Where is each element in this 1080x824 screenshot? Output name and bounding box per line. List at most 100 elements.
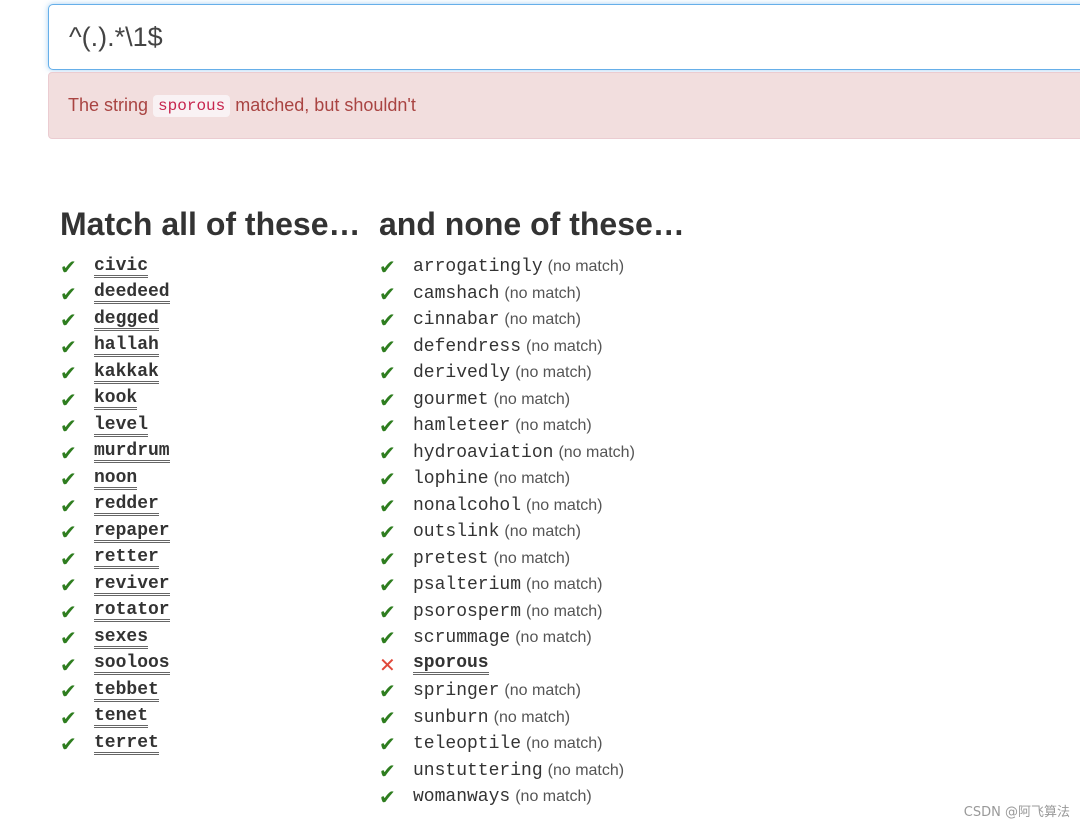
nomatch-item-camshach: ✔ camshach (no match) [379,281,685,308]
word-text: sexes [94,626,149,649]
watermark: CSDN @阿飞算法 [963,805,1070,820]
word-text: camshach [413,283,500,304]
alert-suffix: matched, but shouldn't [235,95,416,115]
check-icon: ✔ [379,679,396,704]
no-match-note: (no match) [558,443,635,461]
check-icon: ✔ [60,308,77,333]
word-text: tebbet [94,679,159,702]
word-text: hamleteer [413,416,511,437]
word-text: hallah [94,335,159,358]
word-text: gourmet [413,389,489,410]
regex-input[interactable] [69,21,969,53]
word-text: unstuttering [413,760,543,781]
check-icon: ✔ [379,440,396,465]
check-icon: ✔ [60,387,77,412]
word-text: sunburn [413,707,489,728]
check-icon: ✔ [60,599,77,624]
word-text: womanways [413,787,511,808]
match-item-hallah: ✔ hallah [60,334,361,361]
match-item-noon: ✔ noon [60,466,361,493]
word-text: outslink [413,522,500,543]
nomatch-item-outslink: ✔ outslink (no match) [379,519,685,546]
no-match-note: (no match) [504,523,581,541]
check-icon: ✔ [379,599,396,624]
word-text: terret [94,732,159,755]
check-icon: ✔ [379,334,396,359]
word-text: civic [94,255,149,278]
regex-input-box[interactable] [48,4,1080,70]
check-icon: ✔ [60,705,77,730]
match-item-tenet: ✔ tenet [60,705,361,732]
match-item-kook: ✔ kook [60,387,361,414]
nomatch-item-unstuttering: ✔ unstuttering (no match) [379,758,685,785]
no-match-note: (no match) [493,549,571,567]
nomatch-item-cinnabar: ✔ cinnabar (no match) [379,307,685,334]
match-item-sexes: ✔ sexes [60,625,361,652]
word-text: degged [94,308,159,331]
check-icon: ✔ [379,493,396,518]
no-match-note: (no match) [504,311,581,329]
word-text: reviver [94,573,170,596]
no-match-note: (no match) [515,788,592,806]
word-text: defendress [413,336,522,357]
check-icon: ✔ [379,414,396,439]
no-match-note: (no match) [493,470,571,488]
word-text: rotator [94,600,170,623]
alert-prefix: The string [68,95,149,115]
no-match-note: (no match) [493,390,571,408]
match-item-civic: ✔ civic [60,254,361,281]
word-text: nonalcohol [413,495,522,516]
match-list: ✔ civic ✔ deedeed ✔ degged ✔ hallah ✔ kakkak ✔ kook… [60,254,361,758]
word-text: deedeed [94,282,170,305]
match-column: Match all of these… ✔ civic ✔ deedeed ✔ degge… [60,204,361,758]
no-match-note: (no match) [515,629,592,647]
no-match-note: (no match) [547,761,625,779]
word-text: teleoptile [413,734,522,755]
nomatch-item-nonalcohol: ✔ nonalcohol (no match) [379,493,685,520]
nomatch-list: ✔ arrogatingly (no match) ✔ camshach (no matc… [379,254,685,811]
nomatch-item-scrummage: ✔ scrummage (no match) [379,625,685,652]
check-icon: ✔ [60,361,77,386]
match-item-reviver: ✔ reviver [60,572,361,599]
word-text: level [94,414,149,437]
word-text: pretest [413,548,489,569]
check-icon: ✔ [60,281,77,306]
check-icon: ✔ [60,573,77,598]
nomatch-item-hydroaviation: ✔ hydroaviation (no match) [379,440,685,467]
no-match-note: (no match) [515,417,592,435]
no-match-note: (no match) [493,708,571,726]
match-heading: Match all of these… [60,206,361,242]
word-text: sporous [413,653,489,676]
word-text: sooloos [94,653,170,676]
check-icon: ✔ [60,626,77,651]
nomatch-item-sunburn: ✔ sunburn (no match) [379,705,685,732]
word-text: psorosperm [413,601,522,622]
nomatch-heading: and none of these… [379,206,685,242]
nomatch-item-lophine: ✔ lophine (no match) [379,466,685,493]
nomatch-item-defendress: ✔ defendress (no match) [379,334,685,361]
cross-icon: ✕ [379,652,396,677]
check-icon: ✔ [60,255,77,280]
nomatch-item-gourmet: ✔ gourmet (no match) [379,387,685,414]
nomatch-item-springer: ✔ springer (no match) [379,678,685,705]
check-icon: ✔ [379,546,396,571]
match-item-degged: ✔ degged [60,307,361,334]
word-text: noon [94,467,138,490]
no-match-note: (no match) [526,337,603,355]
check-icon: ✔ [379,255,396,280]
nomatch-item-pretest: ✔ pretest (no match) [379,546,685,573]
check-icon: ✔ [60,414,77,439]
match-item-repaper: ✔ repaper [60,519,361,546]
check-icon: ✔ [60,493,77,518]
word-text: redder [94,494,159,517]
check-icon: ✔ [379,520,396,545]
nomatch-item-psalterium: ✔ psalterium (no match) [379,572,685,599]
match-item-murdrum: ✔ murdrum [60,440,361,467]
nomatch-item-hamleteer: ✔ hamleteer (no match) [379,413,685,440]
nomatch-column: and none of these… ✔ arrogatingly (no matc… [379,204,685,811]
check-icon: ✔ [379,626,396,651]
check-icon: ✔ [379,308,396,333]
word-text: hydroaviation [413,442,554,463]
check-icon: ✔ [379,705,396,730]
check-icon: ✔ [60,679,77,704]
